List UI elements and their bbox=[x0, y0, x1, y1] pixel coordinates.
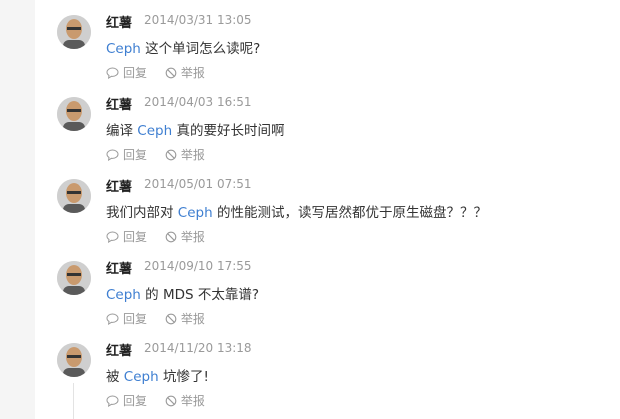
report-label: 举报 bbox=[180, 394, 205, 408]
reply-button[interactable]: 回复 bbox=[106, 310, 147, 327]
report-button[interactable]: 举报 bbox=[165, 310, 205, 327]
body-text: 我们内部对 bbox=[106, 205, 178, 221]
author-name[interactable]: 红薯 bbox=[106, 12, 132, 31]
avatar[interactable] bbox=[57, 261, 91, 295]
comment-item: 红薯 2014/04/03 16:51 编译 Ceph 真的要好长时间啊 回复 … bbox=[0, 82, 620, 162]
report-label: 举报 bbox=[180, 312, 205, 326]
comment-bubble-icon bbox=[106, 394, 119, 407]
block-icon bbox=[165, 231, 177, 242]
block-icon bbox=[165, 149, 177, 160]
comment-time: 2014/09/10 17:55 bbox=[144, 259, 252, 273]
keyword-link[interactable]: Ceph bbox=[106, 287, 141, 303]
comment-actions: 回复 举报 bbox=[106, 64, 219, 80]
comment-item: 红薯 2014/09/10 17:55 Ceph 的 MDS 不太靠谱? 回复 … bbox=[0, 246, 620, 326]
comment-item: 红薯 2014/03/31 13:05 Ceph 这个单词怎么读呢? 回复 举报 bbox=[0, 0, 620, 80]
comment-item: 红薯 2014/05/01 07:51 我们内部对 Ceph 的性能测试，读写居… bbox=[0, 164, 620, 244]
keyword-link[interactable]: Ceph bbox=[178, 205, 213, 221]
author-name[interactable]: 红薯 bbox=[106, 94, 132, 113]
reply-button[interactable]: 回复 bbox=[106, 64, 147, 81]
reply-label: 回复 bbox=[123, 66, 148, 80]
body-text: 坑惨了! bbox=[158, 369, 209, 385]
keyword-link[interactable]: Ceph bbox=[137, 123, 172, 139]
reply-label: 回复 bbox=[123, 312, 148, 326]
reply-label: 回复 bbox=[123, 230, 148, 244]
report-label: 举报 bbox=[180, 66, 205, 80]
keyword-link[interactable]: Ceph bbox=[124, 369, 159, 385]
reply-button[interactable]: 回复 bbox=[106, 392, 147, 409]
comment-bubble-icon bbox=[106, 230, 119, 243]
avatar[interactable] bbox=[57, 179, 91, 213]
body-text: 这个单词怎么读呢? bbox=[140, 41, 261, 57]
body-text: 的 MDS 不太靠谱? bbox=[140, 287, 260, 303]
report-label: 举报 bbox=[180, 148, 205, 162]
comment-bubble-icon bbox=[106, 312, 119, 325]
comment-time: 2014/04/03 16:51 bbox=[144, 95, 252, 109]
comment-body: 我们内部对 Ceph 的性能测试，读写居然都优于原生磁盘？？？ bbox=[106, 201, 487, 221]
avatar[interactable] bbox=[57, 97, 91, 131]
comment-body: 被 Ceph 坑惨了! bbox=[106, 365, 209, 385]
reply-label: 回复 bbox=[123, 148, 148, 162]
comment-time: 2014/03/31 13:05 bbox=[144, 13, 252, 27]
report-button[interactable]: 举报 bbox=[165, 228, 205, 245]
keyword-link[interactable]: Ceph bbox=[106, 41, 141, 57]
author-name[interactable]: 红薯 bbox=[106, 258, 132, 277]
avatar[interactable] bbox=[57, 15, 91, 49]
avatar[interactable] bbox=[57, 343, 91, 377]
comment-body: Ceph 的 MDS 不太靠谱? bbox=[106, 283, 259, 303]
comment-body: 编译 Ceph 真的要好长时间啊 bbox=[106, 119, 284, 139]
report-button[interactable]: 举报 bbox=[165, 146, 205, 163]
body-text: 真的要好长时间啊 bbox=[172, 123, 285, 139]
comment-actions: 回复 举报 bbox=[106, 146, 219, 162]
comment-bubble-icon bbox=[106, 148, 119, 161]
block-icon bbox=[165, 395, 177, 406]
comment-bubble-icon bbox=[106, 66, 119, 79]
reply-label: 回复 bbox=[123, 394, 148, 408]
author-name[interactable]: 红薯 bbox=[106, 340, 132, 359]
block-icon bbox=[165, 67, 177, 78]
reply-button[interactable]: 回复 bbox=[106, 146, 147, 163]
body-text: 被 bbox=[106, 369, 124, 385]
report-button[interactable]: 举报 bbox=[165, 392, 205, 409]
comment-actions: 回复 举报 bbox=[106, 228, 219, 244]
comment-time: 2014/05/01 07:51 bbox=[144, 177, 252, 191]
comment-item: 红薯 2014/11/20 13:18 被 Ceph 坑惨了! 回复 举报 bbox=[0, 328, 620, 408]
comment-time: 2014/11/20 13:18 bbox=[144, 341, 252, 355]
body-text: 的性能测试，读写居然都优于原生磁盘？？？ bbox=[212, 205, 487, 221]
reply-button[interactable]: 回复 bbox=[106, 228, 147, 245]
comment-actions: 回复 举报 bbox=[106, 310, 219, 326]
comment-body: Ceph 这个单词怎么读呢? bbox=[106, 37, 260, 57]
report-button[interactable]: 举报 bbox=[165, 64, 205, 81]
comment-actions: 回复 举报 bbox=[106, 392, 219, 408]
body-text: 编译 bbox=[106, 123, 138, 139]
author-name[interactable]: 红薯 bbox=[106, 176, 132, 195]
block-icon bbox=[165, 313, 177, 324]
report-label: 举报 bbox=[180, 230, 205, 244]
